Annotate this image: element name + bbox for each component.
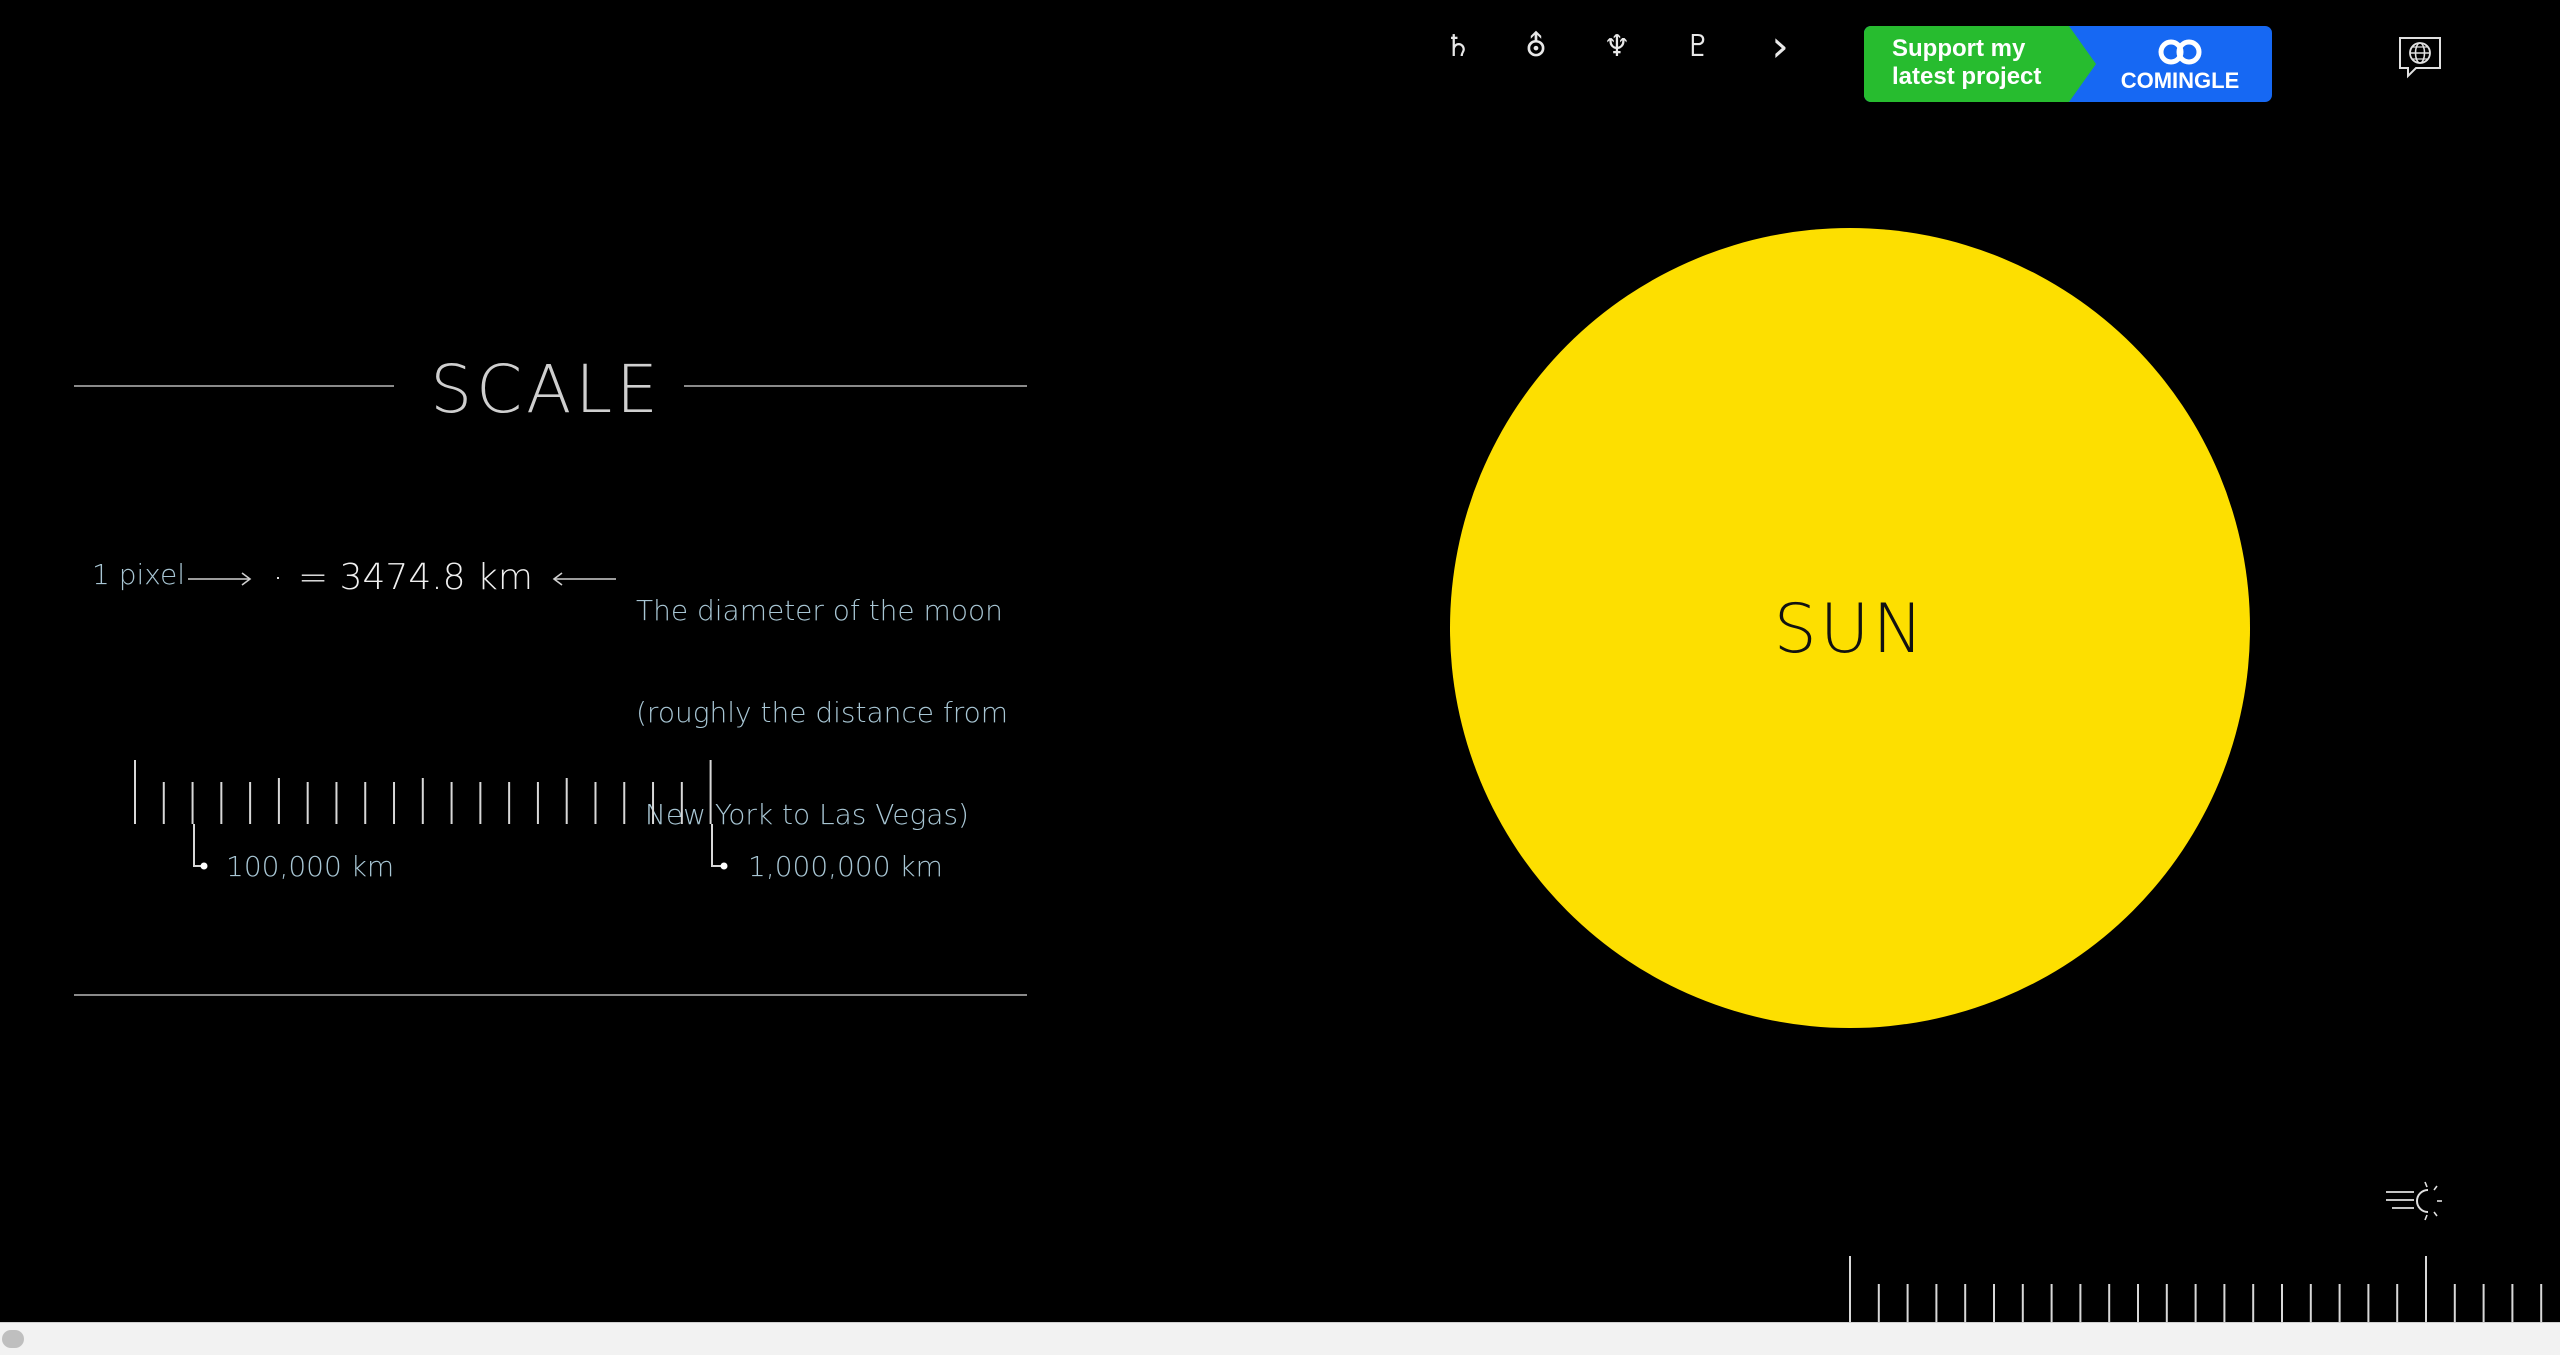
comingle-logo-icon — [2158, 39, 2202, 65]
banner-brand: COMINGLE — [2120, 68, 2240, 93]
pluto-icon[interactable]: ♇ — [1676, 22, 1720, 72]
sun-label: SUN — [1773, 590, 1927, 669]
bottom-distance-ruler — [1849, 1256, 2543, 1322]
explanation-line: (roughly the distance from — [636, 696, 1009, 729]
horizontal-scrollbar[interactable] — [0, 1322, 2560, 1355]
explanation-line: The diameter of the moon — [636, 594, 1003, 627]
pixel-label: 1 pixel — [92, 558, 185, 591]
globe-speech-bubble-icon[interactable] — [2396, 34, 2444, 80]
scale-title: SCALE — [430, 351, 662, 428]
scale-divider-left — [74, 385, 394, 387]
next-arrow-icon[interactable]: › — [1758, 22, 1802, 72]
arrow-right-icon — [188, 572, 252, 586]
ruler-label-1000000: 1,000,000 km — [748, 850, 943, 883]
saturn-icon[interactable]: ♄ — [1436, 22, 1480, 72]
arrow-left-icon — [552, 572, 616, 586]
scrollbar-thumb[interactable] — [2, 1330, 24, 1348]
scale-divider-bottom — [74, 994, 1027, 996]
light-speed-icon[interactable] — [2384, 1180, 2452, 1222]
distance-ruler — [134, 760, 728, 870]
neptune-icon[interactable]: ♆ — [1595, 22, 1639, 72]
uranus-icon[interactable]: ⛢ — [1514, 22, 1558, 72]
one-pixel-dot — [277, 577, 279, 579]
ruler-label-100000: 100,000 km — [226, 850, 395, 883]
banner-text: Support my latest project — [1892, 35, 2042, 90]
pixel-value: = 3474.8 km — [298, 557, 533, 598]
scale-divider-right — [684, 385, 1027, 387]
